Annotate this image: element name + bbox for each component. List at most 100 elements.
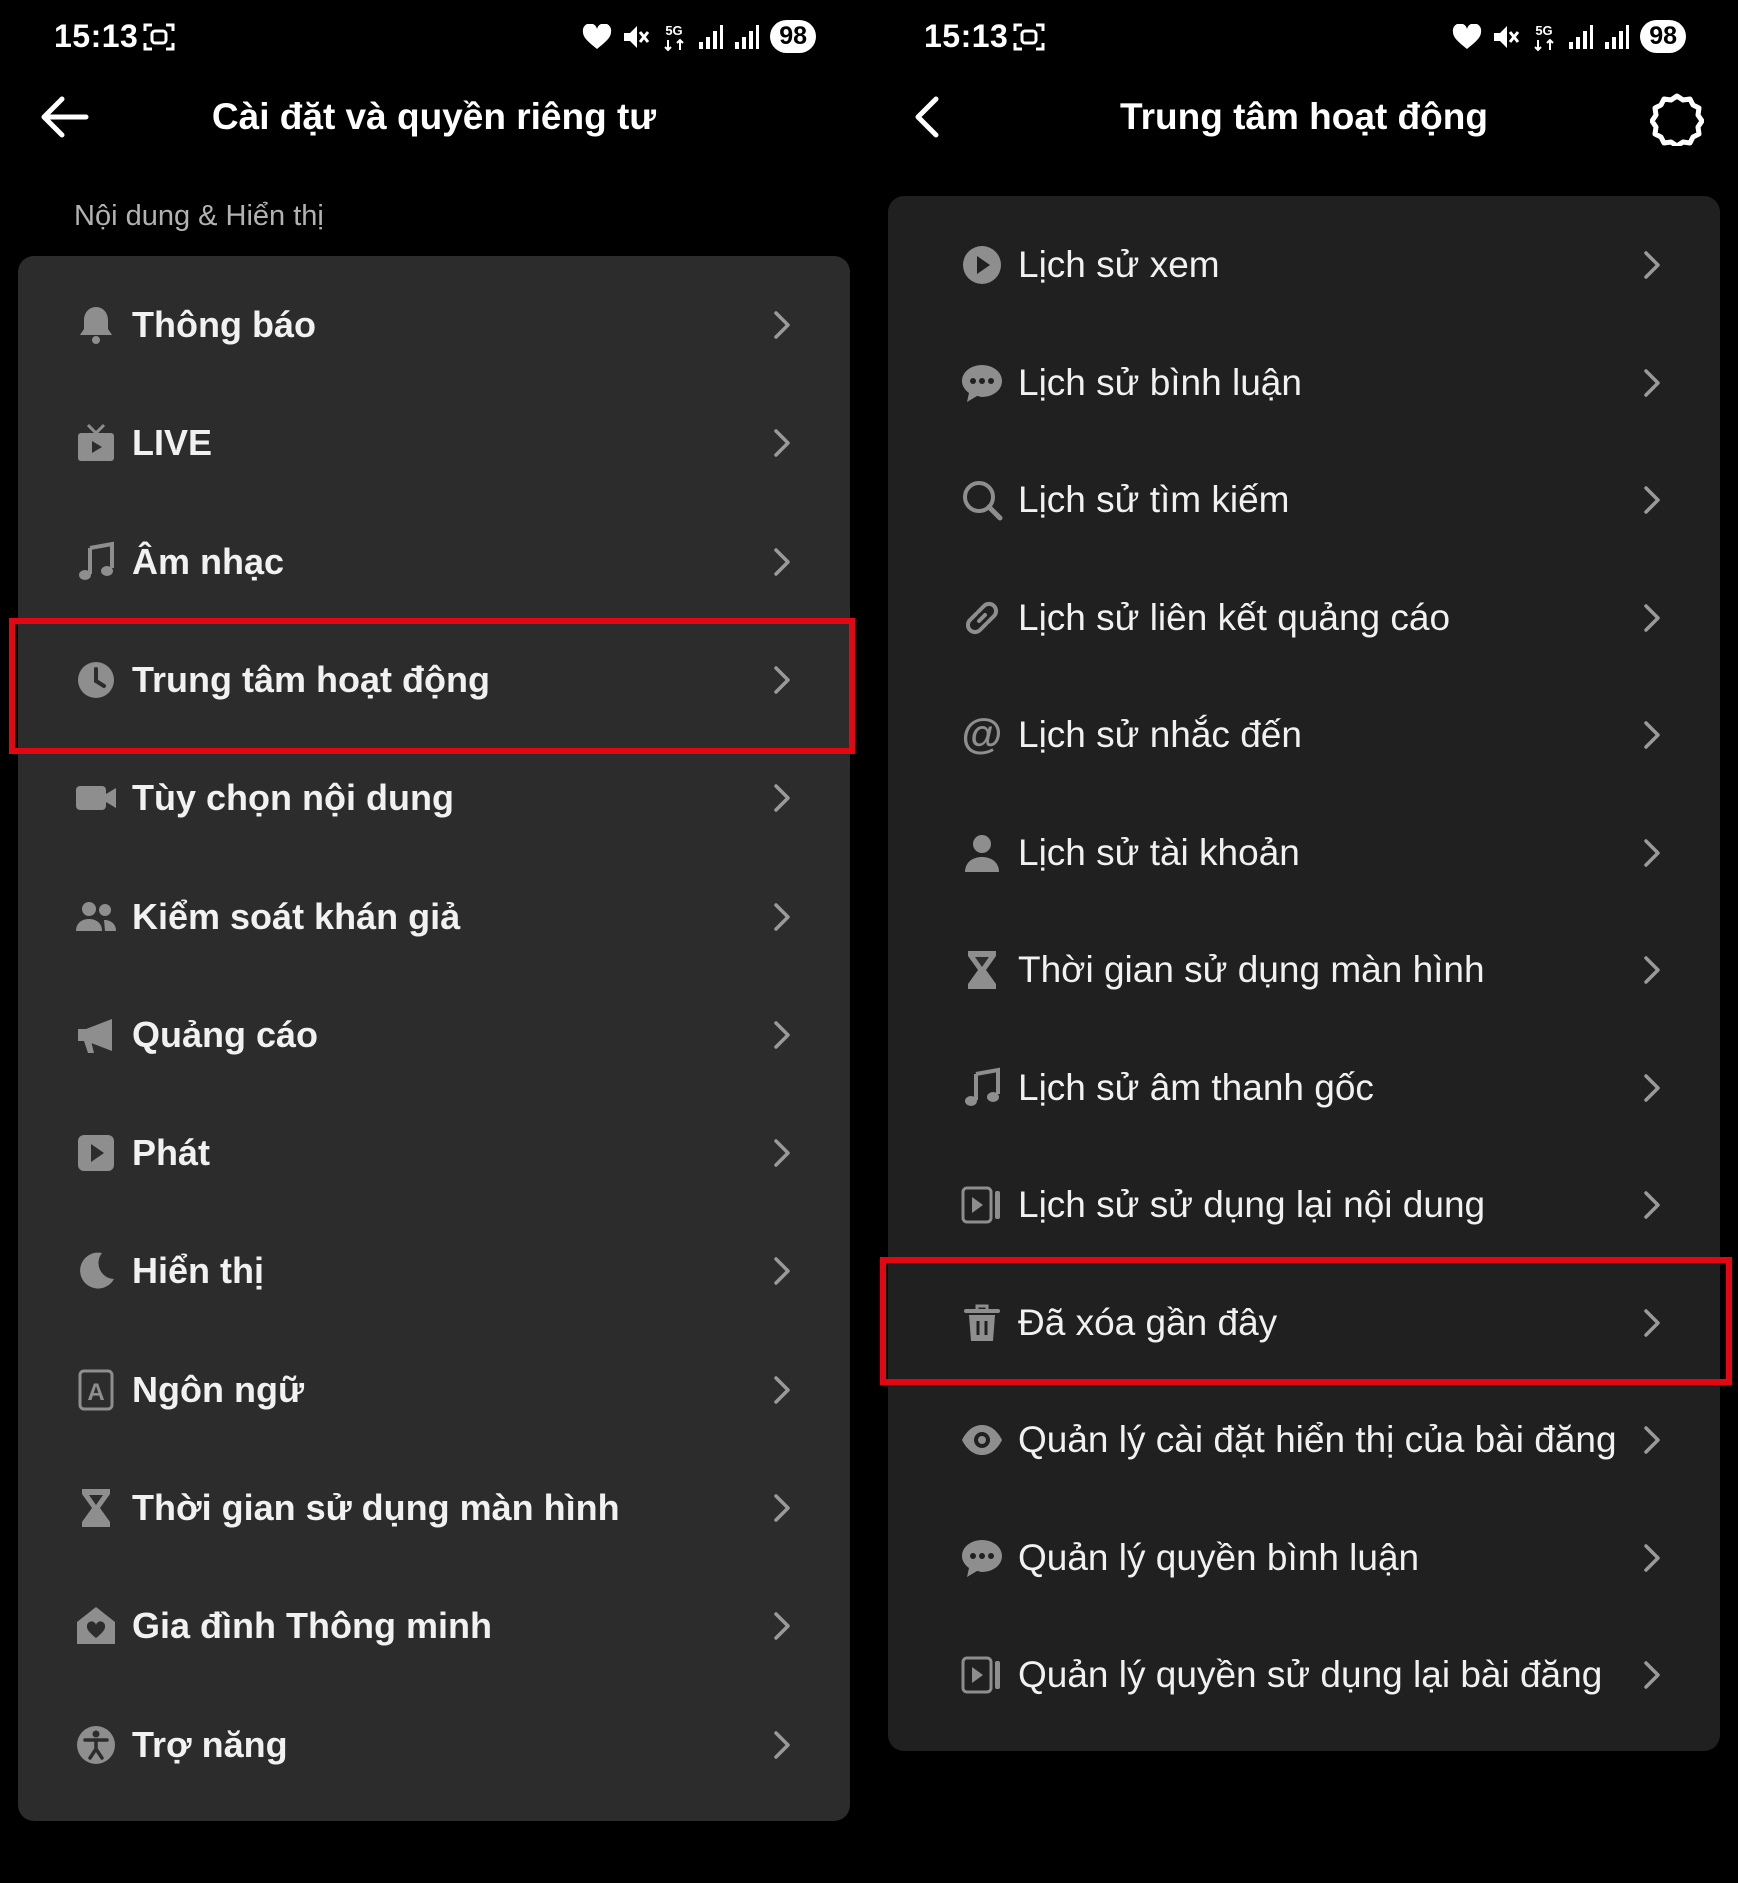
reuse-icon [961,1656,1000,1694]
list-item[interactable]: Quảng cáo [18,976,850,1094]
signal-icon [1569,24,1594,49]
list-item[interactable]: Lịch sử liên kết quảng cáo [888,559,1720,677]
list-item-label: Âm nhạc [132,540,285,582]
chevron-right-icon [774,902,790,931]
list-item-label: Quảng cáo [132,1013,319,1055]
list-item[interactable]: Thông báo [18,266,850,384]
clock-icon [78,661,114,698]
status-bar: 15:13 5G 98 [0,0,868,76]
gear-icon[interactable] [1650,92,1704,146]
list-item-label: Lịch sử âm thanh gốc [1018,1066,1374,1108]
heart-icon [1453,23,1482,49]
list-item-label: Lịch sử nhắc đến [1018,714,1302,755]
list-item-label: Lịch sử xem [1018,244,1220,285]
list-item[interactable]: Thời gian sử dụng màn hình [18,1449,850,1567]
chevron-right-icon [774,1494,790,1522]
list-item[interactable]: Hiển thị [18,1212,850,1330]
list-item-label: Đã xóa gần đây [1018,1301,1278,1343]
megaphone-icon [78,1018,112,1053]
chevron-right-icon [1644,1543,1660,1572]
hourglass-icon [82,1489,110,1527]
at-icon: @ [962,713,1003,757]
battery-level: 98 [1640,20,1686,53]
list-item-label: Hiển thị [132,1250,264,1292]
list-item-label: Lịch sử tìm kiếm [1018,479,1290,520]
5g-icon: 5G [664,23,684,51]
chevron-right-icon [1644,368,1660,397]
list-item[interactable]: Kiểm soát khán giả [18,858,850,976]
chevron-right-icon [1644,1191,1660,1219]
users-icon [76,901,116,931]
list-item[interactable]: Âm nhạc [18,503,850,621]
list-item-label: Thông báo [132,304,316,345]
chevron-right-icon [774,311,790,339]
list-item[interactable]: Đã xóa gần đây [888,1264,1720,1382]
tv-icon [78,424,114,462]
chevron-right-icon [1644,603,1660,632]
video-camera-icon [76,786,116,811]
list-item-label: Lịch sử bình luận [1018,361,1302,403]
list-item[interactable]: LIVE [18,384,850,502]
list-item-label: LIVE [132,422,213,464]
screenshot-icon [1013,23,1045,51]
moon-icon [80,1252,114,1289]
person-icon [965,834,999,872]
list-item-label: Thời gian sử dụng màn hình [132,1487,620,1528]
list-item[interactable]: @ Lịch sử nhắc đến [888,676,1720,794]
music-note-icon [965,1067,1000,1106]
chevron-right-icon [1644,1073,1660,1102]
settings-list: Thông báo LIVE Âm nhạc Trung tâm hoạt động T… [18,256,850,1821]
list-item-label: Tùy chọn nội dung [132,777,454,819]
list-item[interactable]: Lịch sử bình luận [888,324,1720,442]
list-item[interactable]: Trợ năng [18,1686,850,1804]
chevron-right-icon [774,547,790,576]
play-circle-icon [963,246,1001,284]
chevron-right-icon [1644,1661,1660,1689]
chevron-right-icon [1644,1426,1660,1454]
header: Cài đặt và quyền riêng tư [0,76,868,160]
list-item[interactable]: Phát [18,1094,850,1212]
chevron-right-icon [774,1375,790,1404]
list-item[interactable]: Gia đình Thông minh [18,1567,850,1685]
chevron-right-icon [774,1139,790,1167]
list-item[interactable]: Quản lý quyền bình luận [888,1499,1720,1617]
screenshot-icon [143,23,175,51]
list-item[interactable]: Quản lý cài đặt hiển thị của bài đăng [888,1381,1720,1499]
list-item[interactable]: Trung tâm hoạt động [18,621,850,739]
chevron-right-icon [774,1257,790,1286]
list-item[interactable]: Lịch sử tìm kiếm [888,441,1720,559]
status-icons: 5G 98 [1452,20,1686,53]
signal-icon-2 [1605,24,1630,49]
list-item[interactable]: Lịch sử sử dụng lại nội dung [888,1146,1720,1264]
play-square-icon [78,1135,114,1172]
chevron-right-icon [774,1612,790,1641]
5g-icon: 5G [1534,23,1554,51]
list-item[interactable]: Tùy chọn nội dung [18,739,850,857]
battery-level: 98 [770,20,816,53]
list-item[interactable]: Lịch sử tài khoản [888,794,1720,912]
chevron-right-icon [1644,251,1660,279]
list-item[interactable]: Quản lý quyền sử dụng lại bài đăng [888,1616,1720,1734]
list-item[interactable]: A Ngôn ngữ [18,1331,850,1449]
network-label: 5G [1536,23,1553,38]
signal-icon [699,24,724,49]
eye-icon [962,1425,1002,1455]
svg-text:@: @ [962,713,1003,757]
chevron-right-icon [774,784,790,812]
list-item-label: Gia đình Thông minh [132,1605,492,1647]
list-item[interactable]: Lịch sử âm thanh gốc [888,1029,1720,1147]
list-item[interactable]: Thời gian sử dụng màn hình [888,911,1720,1029]
status-time: 15:13 [924,18,1009,54]
heart-icon [583,23,612,49]
link-icon [965,601,999,634]
home-heart-icon [77,1607,115,1645]
search-icon [963,481,1003,521]
list-item-label: Lịch sử sử dụng lại nội dung [1018,1184,1486,1225]
signal-icon-2 [735,24,760,49]
list-item[interactable]: Lịch sử xem [888,206,1720,324]
list-item-label: Lịch sử liên kết quảng cáo [1018,596,1451,638]
mute-icon [1494,25,1520,48]
network-label: 5G [666,23,683,38]
chevron-right-icon [1644,486,1660,514]
page-title: Trung tâm hoạt động [1120,96,1488,137]
